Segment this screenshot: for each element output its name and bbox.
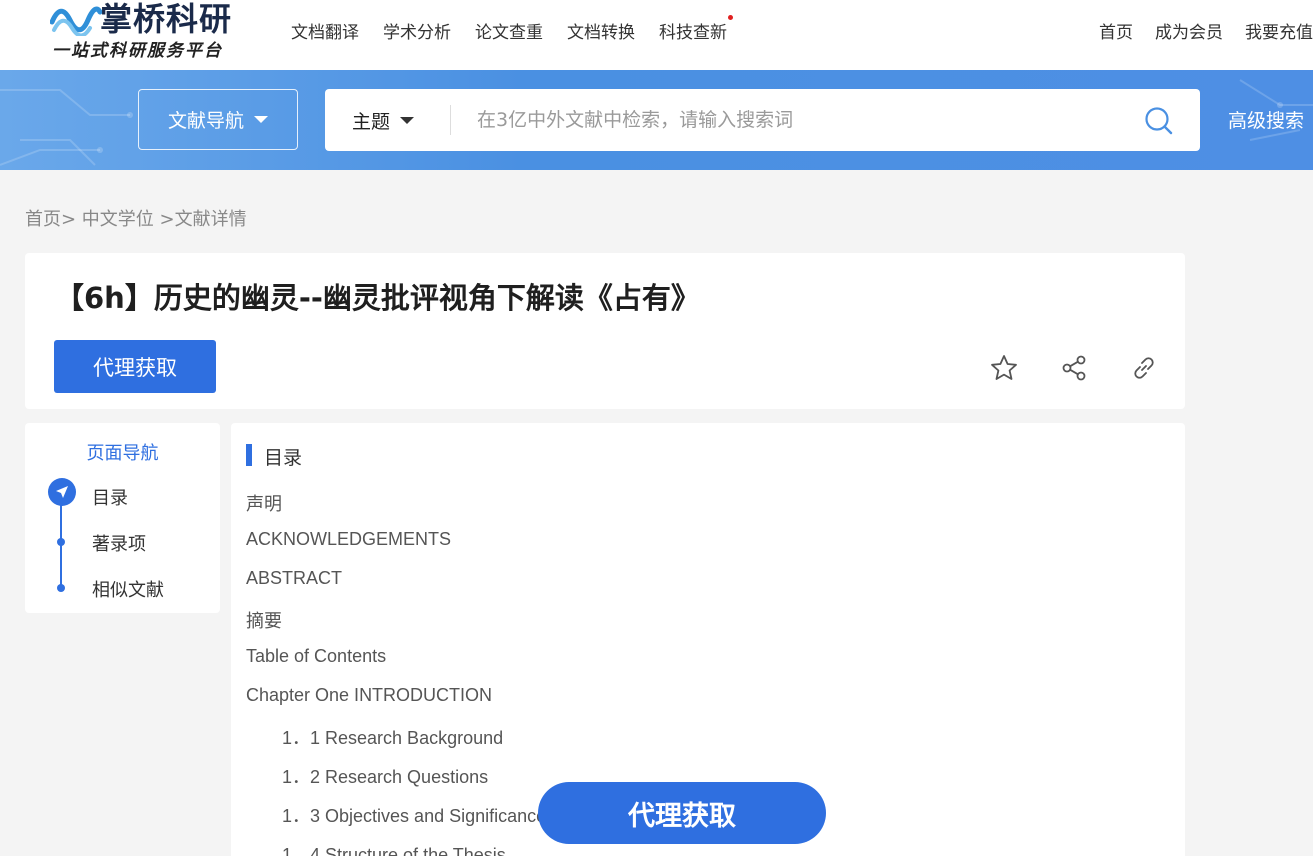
section-accent-bar xyxy=(246,444,252,466)
page-navigation-title: 页面导航 xyxy=(86,443,159,464)
star-icon[interactable] xyxy=(989,353,1019,383)
toc-item: 声明 xyxy=(246,494,282,514)
logo-name: 掌桥科研 xyxy=(100,0,233,38)
nav-active-marker xyxy=(48,478,76,506)
search-band: 文献导航 主题 高级搜索 xyxy=(0,70,1313,170)
toc-section-title: 目录 xyxy=(264,447,303,469)
nav-rail-dot xyxy=(57,538,65,546)
search-box: 主题 xyxy=(325,89,1200,151)
nav-recharge[interactable]: 我要充值 xyxy=(1245,18,1313,43)
top-header: 掌桥科研 一站式科研服务平台 文档翻译 学术分析 论文查重 文档转换 科技查新 … xyxy=(0,0,1313,70)
search-icon[interactable] xyxy=(1144,106,1174,136)
side-nav-similar[interactable]: 相似文献 xyxy=(92,576,164,602)
toc-item: Table of Contents xyxy=(246,646,387,666)
main-nav: 文档翻译 学术分析 论文查重 文档转换 科技查新 xyxy=(291,15,751,43)
search-divider xyxy=(450,105,451,135)
toc-item: 摘要 xyxy=(246,611,282,631)
nav-membership[interactable]: 成为会员 xyxy=(1155,18,1223,43)
toc-item: 1．1 Research Background xyxy=(282,728,504,748)
nav-rail-dot xyxy=(57,584,65,592)
nav-doc-translate[interactable]: 文档翻译 xyxy=(291,18,359,43)
search-scope-label: 主题 xyxy=(352,110,391,133)
share-icon[interactable] xyxy=(1059,353,1089,383)
floating-proxy-get-button[interactable]: 代理获取 xyxy=(538,782,826,844)
side-nav-bibliography[interactable]: 著录项 xyxy=(92,530,146,556)
send-icon xyxy=(56,486,68,498)
document-header-card: 【6h】历史的幽灵--幽灵批评视角下解读《占有》 代理获取 xyxy=(25,253,1185,409)
nav-rail xyxy=(60,503,62,589)
site-logo[interactable]: 掌桥科研 一站式科研服务平台 xyxy=(48,0,248,70)
breadcrumb: 首页> 中文学位 >文献详情 xyxy=(25,209,247,230)
toc-item: Chapter One INTRODUCTION xyxy=(246,685,493,705)
search-input[interactable] xyxy=(465,100,1149,140)
document-title: 【6h】历史的幽灵--幽灵批评视角下解读《占有》 xyxy=(55,281,700,315)
toc-item: ABSTRACT xyxy=(246,568,343,588)
nav-novelty-search[interactable]: 科技查新 xyxy=(659,15,733,43)
toc-item: ACKNOWLEDGEMENTS xyxy=(246,529,452,549)
literature-nav-label: 文献导航 xyxy=(167,110,244,132)
advanced-search-link[interactable]: 高级搜索 xyxy=(1228,106,1304,133)
user-nav: 首页 成为会员 我要充值 xyxy=(1099,18,1313,43)
proxy-get-button[interactable]: 代理获取 xyxy=(54,340,216,393)
chevron-down-icon xyxy=(400,116,415,124)
search-scope-dropdown[interactable]: 主题 xyxy=(352,89,415,151)
literature-nav-dropdown[interactable]: 文献导航 xyxy=(138,89,298,150)
link-icon[interactable] xyxy=(1129,353,1159,383)
page-navigation: 页面导航 目录 著录项 相似文献 xyxy=(25,423,220,613)
logo-wave-icon xyxy=(50,6,102,36)
nav-doc-convert[interactable]: 文档转换 xyxy=(567,18,635,43)
new-badge-dot xyxy=(728,15,733,20)
logo-slogan: 一站式科研服务平台 xyxy=(52,41,223,61)
chevron-down-icon xyxy=(254,116,268,123)
nav-novelty-search-label: 科技查新 xyxy=(659,23,727,43)
side-nav-toc[interactable]: 目录 xyxy=(92,484,128,510)
nav-academic-analysis[interactable]: 学术分析 xyxy=(383,18,451,43)
nav-home[interactable]: 首页 xyxy=(1099,18,1133,43)
nav-plagiarism-check[interactable]: 论文查重 xyxy=(475,18,543,43)
